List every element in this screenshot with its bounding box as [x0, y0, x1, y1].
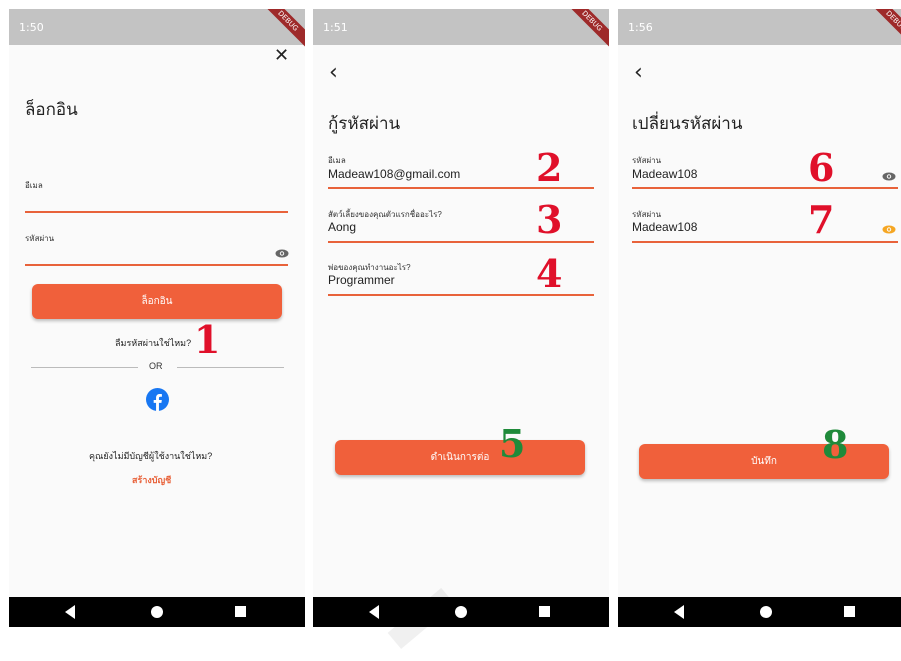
password-field[interactable] [25, 242, 288, 266]
status-bar: 1:51 ▾▮ DEBUG [313, 9, 609, 50]
forgot-password-link[interactable]: ลืมรหัสผ่านใช่ไหม? [115, 336, 191, 350]
debug-banner: DEBUG [867, 9, 901, 50]
or-text: OR [149, 361, 163, 371]
login-screen: 1:50 ▾▮ DEBUG ✕ ล็อกอิน อีเมล รหัสผ่าน ล… [9, 9, 305, 627]
back-arrow-icon[interactable]: ‹ [634, 60, 643, 85]
nav-back-icon[interactable] [369, 605, 379, 619]
nav-home-icon[interactable] [151, 606, 163, 618]
marker-1: 1 [194, 317, 221, 362]
nav-back-icon[interactable] [65, 605, 75, 619]
eye-icon[interactable] [882, 172, 896, 181]
confirm-password-field[interactable] [632, 218, 898, 243]
continue-button[interactable]: ดำเนินการต่อ [335, 440, 585, 475]
android-nav-bar [313, 597, 609, 627]
change-password-screen: 1:56 ▾▮ DEBUG ‹ เปลี่ยนรหัสผ่าน รหัสผ่าน… [618, 9, 901, 627]
login-button[interactable]: ล็อกอิน [32, 284, 282, 319]
page-title: กู้รหัสผ่าน [328, 114, 401, 133]
debug-banner: DEBUG [259, 9, 305, 50]
android-nav-bar [618, 597, 901, 627]
status-time: 1:56 [628, 21, 653, 34]
save-button[interactable]: บันทึก [639, 444, 889, 479]
marker-4: 4 [536, 251, 563, 296]
nav-home-icon[interactable] [760, 606, 772, 618]
status-bar: 1:56 ▾▮ DEBUG [618, 9, 901, 50]
debug-banner: DEBUG [563, 9, 609, 50]
nav-back-icon[interactable] [674, 605, 684, 619]
signup-link[interactable]: สร้างบัญชี [132, 473, 171, 487]
divider-right [177, 367, 284, 368]
email-field[interactable] [25, 189, 288, 213]
nav-recents-icon[interactable] [844, 606, 855, 617]
facebook-icon[interactable] [146, 388, 169, 411]
status-time: 1:51 [323, 21, 348, 34]
close-icon[interactable]: ✕ [274, 45, 289, 66]
status-time: 1:50 [19, 21, 44, 34]
eye-icon[interactable] [275, 249, 289, 258]
back-arrow-icon[interactable]: ‹ [329, 60, 338, 85]
nav-home-icon[interactable] [455, 606, 467, 618]
no-account-text: คุณยังไม่มีบัญชีผู้ใช้งานใช่ไหม? [89, 451, 213, 461]
page-title: ล็อกอิน [25, 100, 78, 119]
android-nav-bar [9, 597, 305, 627]
marker-5: 5 [499, 421, 526, 466]
status-bar: 1:50 ▾▮ DEBUG [9, 9, 305, 50]
marker-8: 8 [822, 422, 849, 467]
marker-7: 7 [808, 197, 835, 242]
new-password-field[interactable] [632, 164, 898, 189]
marker-2: 2 [536, 145, 563, 190]
nav-recents-icon[interactable] [235, 606, 246, 617]
marker-3: 3 [536, 197, 563, 242]
marker-6: 6 [808, 145, 835, 190]
recover-password-screen: 1:51 ▾▮ DEBUG ‹ กู้รหัสผ่าน อีเมล Madeaw… [313, 9, 609, 627]
nav-recents-icon[interactable] [539, 606, 550, 617]
page-title: เปลี่ยนรหัสผ่าน [632, 114, 743, 133]
divider-left [31, 367, 138, 368]
eye-icon[interactable] [882, 225, 896, 234]
